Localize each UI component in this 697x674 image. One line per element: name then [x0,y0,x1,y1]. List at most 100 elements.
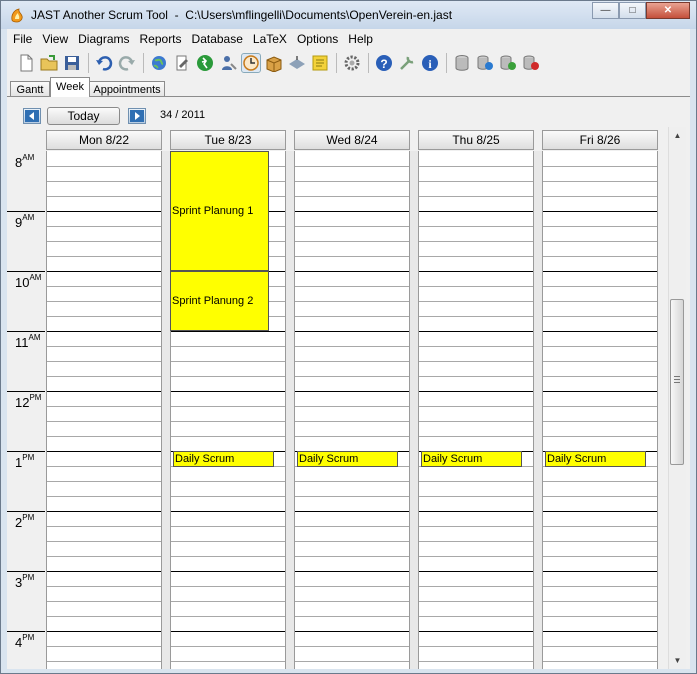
quarter-line [47,541,161,542]
day-column[interactable] [542,151,658,669]
gear-button[interactable] [343,54,361,72]
next-week-button[interactable] [128,108,146,124]
hour-label: 2PM [15,513,34,530]
quarter-line [419,196,533,197]
quarter-line [295,376,409,377]
redo-icon [118,56,135,71]
hour-label: 12PM [15,393,41,410]
new-file-icon [20,54,33,72]
scroll-thumb[interactable] [670,299,684,465]
hour-label: 1PM [15,453,34,470]
package-button[interactable] [265,54,283,73]
day-column[interactable] [46,151,162,669]
quarter-line [295,241,409,242]
quarter-line [543,316,657,317]
day-header[interactable]: Thu 8/25 [418,130,534,150]
network-button[interactable] [288,54,306,72]
globe-icon [152,56,166,70]
menu-help[interactable]: Help [342,32,377,46]
view-tabs: Gantt Week Appointments [7,77,690,97]
quarter-line [295,361,409,362]
appointment[interactable]: Daily Scrum [545,451,646,467]
sticky-note-button[interactable] [311,54,329,72]
appointment[interactable]: Daily Scrum [421,451,522,467]
menu-bar: File View Diagrams Reports Database LaTeX Opti… [7,29,690,49]
day-separator [534,151,542,669]
new-file-button[interactable] [17,54,35,72]
hour-line [7,511,45,512]
database-button[interactable] [453,54,471,72]
redo-button[interactable] [118,54,136,72]
day-header[interactable]: Wed 8/24 [294,130,410,150]
quarter-line [295,601,409,602]
menu-view[interactable]: View [36,32,72,46]
quarter-line [47,346,161,347]
arrow-left-icon [25,110,39,122]
user-tool-button[interactable] [219,54,237,72]
scroll-down-arrow[interactable]: ▼ [669,652,686,669]
network-icon [289,56,305,69]
quarter-line [295,406,409,407]
database-globe-icon [477,55,493,70]
quarter-line [295,286,409,287]
quarter-line [419,166,533,167]
database-delete-button[interactable] [522,54,540,72]
open-folder-icon [40,55,58,71]
hour-line [7,331,45,332]
tool-button[interactable] [398,54,416,72]
maximize-button[interactable]: □ [619,2,646,19]
close-button[interactable]: ✕ [646,2,690,19]
appointment[interactable]: Daily Scrum [297,451,398,467]
quarter-line [543,646,657,647]
quarter-line [543,241,657,242]
day-column[interactable] [294,151,410,669]
quarter-line [419,556,533,557]
scroll-up-arrow[interactable]: ▲ [669,127,686,144]
hour-label: 11AM [15,333,41,350]
calendar-grid[interactable]: 8AM 9AM 10AM 11AM 12PM 1PM 2PM 3PM 4PM Sprint Pl… [7,151,667,669]
previous-week-button[interactable] [23,108,41,124]
hour-line [171,571,285,572]
tab-week[interactable]: Week [50,77,90,97]
menu-options[interactable]: Options [291,32,342,46]
appointment[interactable]: Sprint Planung 1 [170,151,269,271]
clock-button[interactable] [241,53,261,73]
quarter-line [543,556,657,557]
day-column[interactable] [418,151,534,669]
globe-button[interactable] [150,54,168,72]
hour-line [47,511,161,512]
appointment[interactable]: Daily Scrum [173,451,274,467]
document-edit-button[interactable] [173,54,191,72]
minimize-button[interactable]: — [592,2,619,19]
quarter-line [295,646,409,647]
today-button[interactable]: Today [47,107,120,125]
menu-latex[interactable]: LaTeX [247,32,291,46]
menu-reports[interactable]: Reports [134,32,186,46]
undo-button[interactable] [95,54,113,72]
quarter-line [543,346,657,347]
title-bar[interactable]: JAST Another Scrum Tool - C:\Users\mflin… [1,1,696,29]
menu-file[interactable]: File [7,32,36,46]
vertical-scrollbar[interactable]: ▲ ▼ [668,127,686,669]
help-button[interactable]: ? [375,54,393,72]
day-header[interactable]: Mon 8/22 [46,130,162,150]
hour-number: 11 [15,335,29,350]
day-header[interactable]: Tue 8/23 [170,130,286,150]
hour-line [419,211,533,212]
tab-gantt[interactable]: Gantt [10,81,50,97]
quarter-line [171,436,285,437]
menu-database[interactable]: Database [186,32,247,46]
green-run-button[interactable] [196,54,214,72]
hour-line [543,571,657,572]
save-button[interactable] [63,54,81,72]
open-folder-button[interactable] [40,54,58,72]
tab-appointments[interactable]: Appointments [89,81,165,97]
menu-diagrams[interactable]: Diagrams [72,32,133,46]
database-export-button[interactable] [499,54,517,72]
database-globe-button[interactable] [476,54,494,72]
appointment[interactable]: Sprint Planung 2 [170,271,269,331]
info-button[interactable]: i [421,54,439,72]
quarter-line [47,496,161,497]
day-header[interactable]: Fri 8/26 [542,130,658,150]
help-icon: ? [376,55,392,71]
